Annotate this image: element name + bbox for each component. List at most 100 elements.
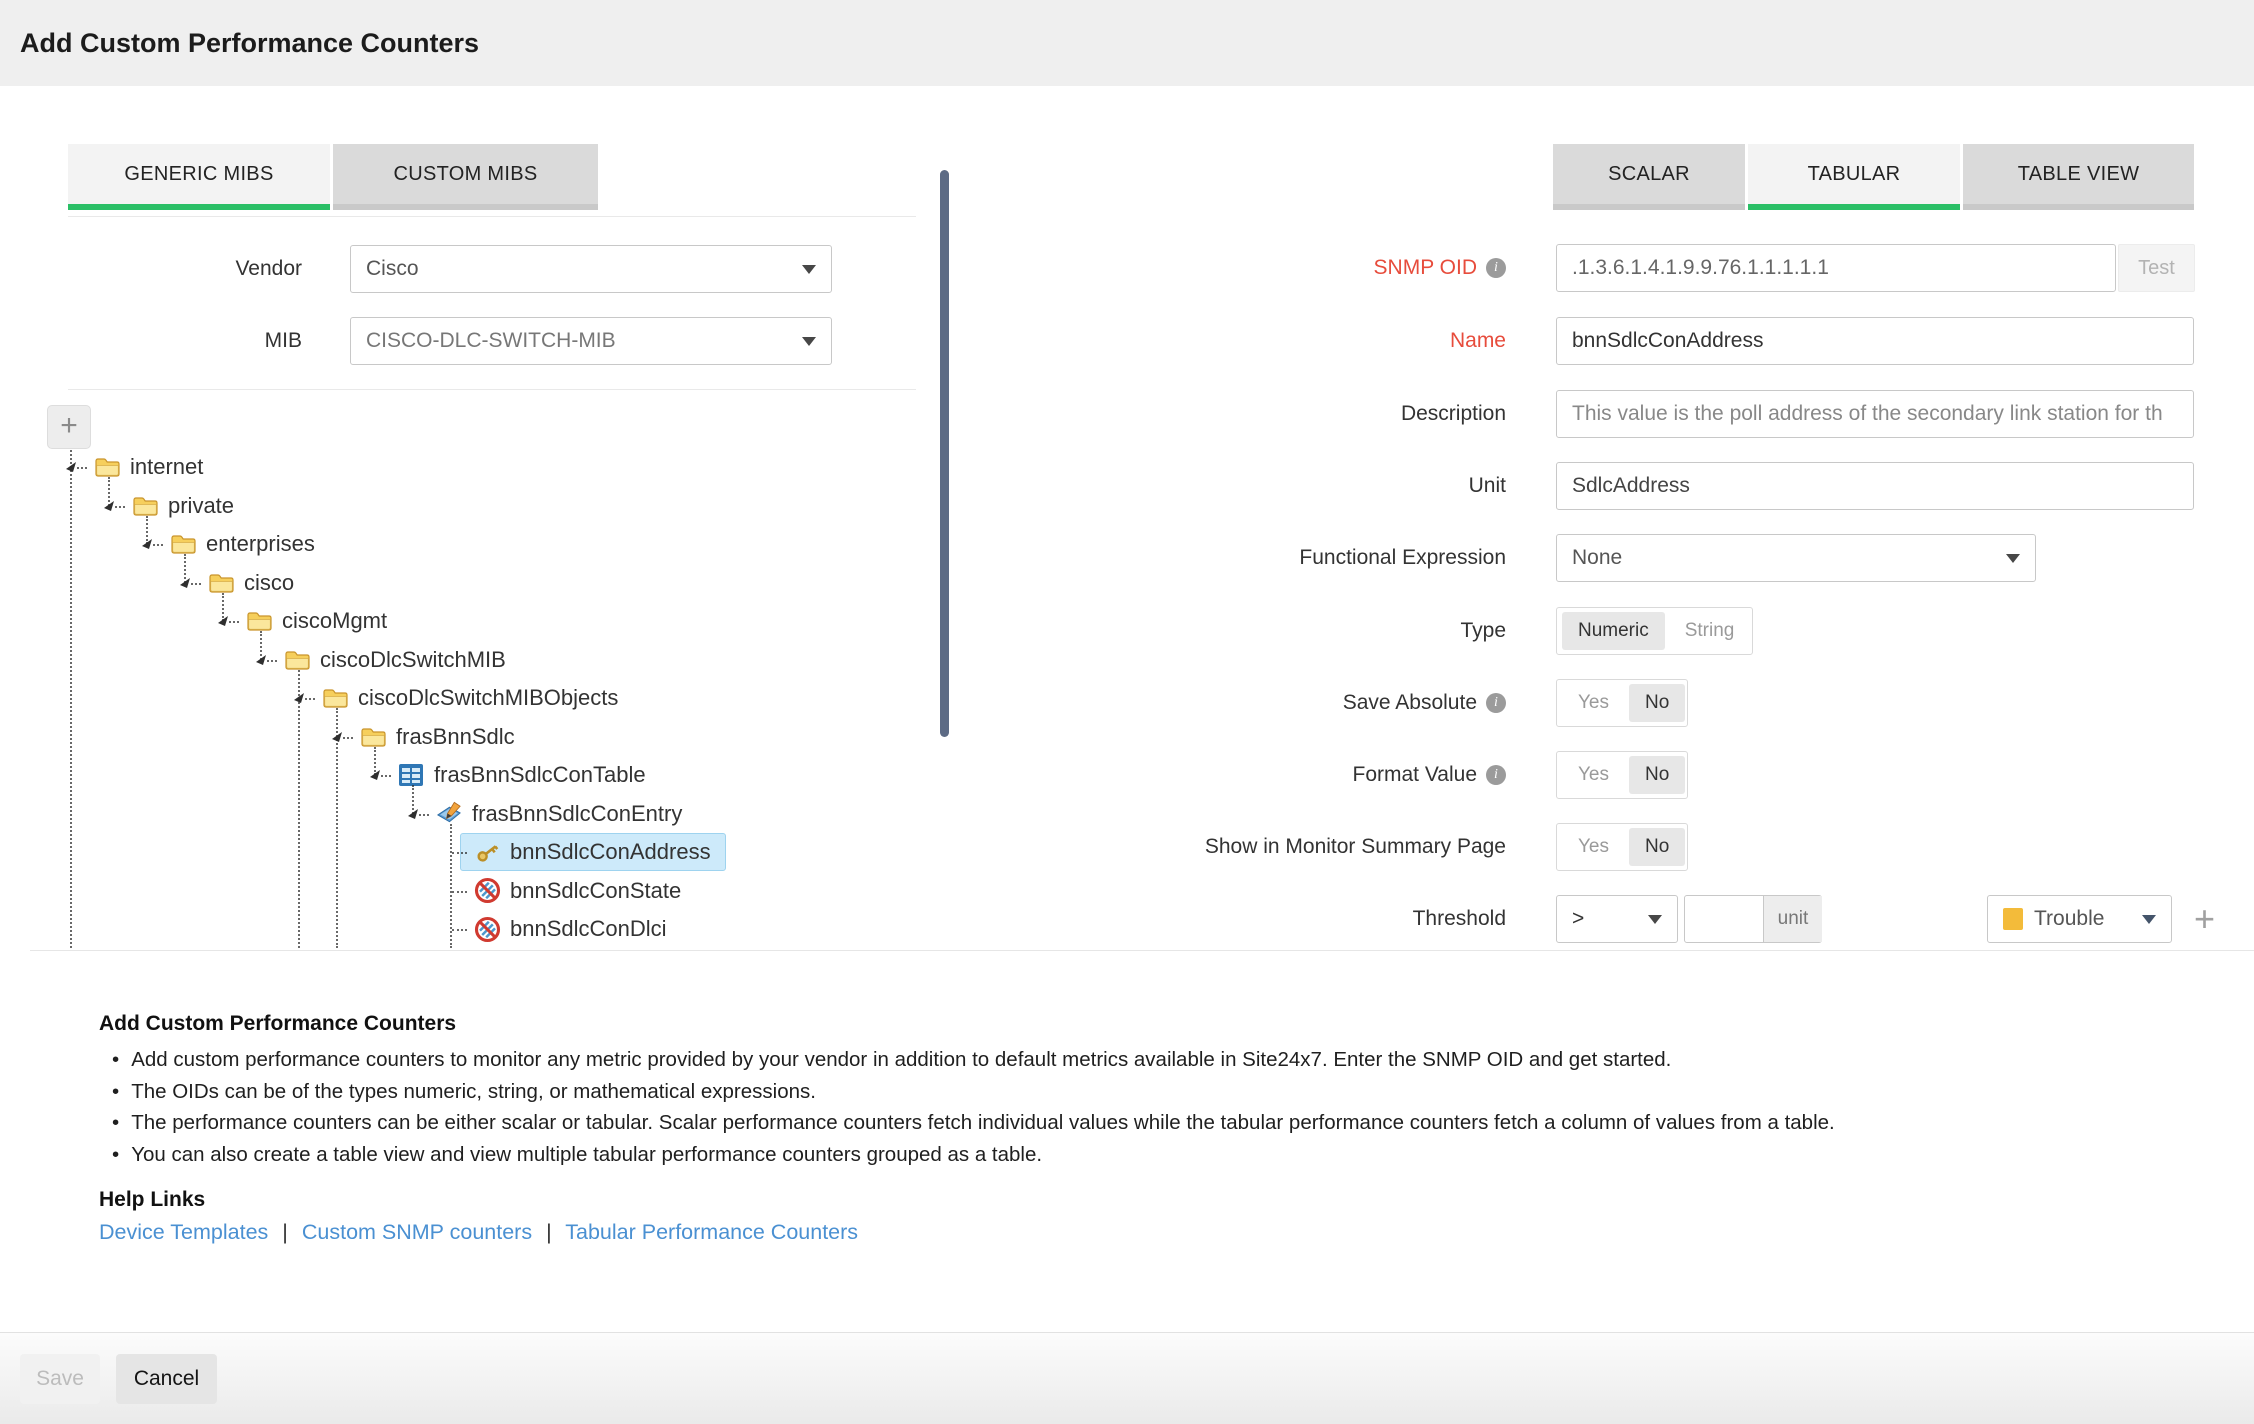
key-icon (473, 839, 501, 866)
panel-scrollbar[interactable] (940, 170, 949, 737)
tree-connector (452, 852, 467, 854)
info-icon[interactable]: i (1486, 693, 1506, 713)
type-label: Type (1146, 607, 1506, 655)
tree-connector (450, 824, 452, 949)
snmp-oid-label: SNMP OID i (1146, 244, 1506, 292)
tree-node-ciscoMgmt[interactable]: ciscoMgmt (245, 602, 387, 640)
save-absolute-label: Save Absolute i (1146, 679, 1506, 727)
tree-connector (146, 516, 148, 545)
folder-icon (169, 533, 197, 555)
threshold-operator-value: > (1572, 907, 1584, 930)
tree-connector (229, 621, 239, 623)
tree-node-label: frasBnnSdlcConEntry (472, 801, 682, 827)
threshold-value-group: unit (1684, 895, 1822, 943)
folder-icon (245, 610, 273, 632)
tree-connector (381, 775, 391, 777)
tree-node-frasBnnSdlcConTable[interactable]: frasBnnSdlcConTable (397, 756, 646, 794)
tree-connector (222, 593, 224, 622)
tree-connector (108, 477, 110, 506)
folder-icon (131, 495, 159, 517)
tree-node-label: internet (130, 454, 203, 480)
tab-table-view[interactable]: TABLE VIEW (1963, 144, 2194, 210)
blocked-icon (473, 916, 501, 943)
tree-connector (336, 708, 338, 948)
threshold-operator-select[interactable]: > (1556, 895, 1678, 943)
type-option-string[interactable]: String (1669, 612, 1751, 650)
folder-icon (93, 456, 121, 478)
tree-connector (412, 785, 414, 814)
tree-node-label: private (168, 493, 234, 519)
threshold-label: Threshold (1146, 895, 1506, 943)
tree-connector (374, 747, 376, 776)
tree-connector (343, 737, 353, 739)
tree-node-enterprises[interactable]: enterprises (169, 525, 315, 563)
threshold-value-input[interactable] (1685, 896, 1763, 942)
info-icon[interactable]: i (1486, 258, 1506, 278)
tree-node-frasBnnSdlcConEntry[interactable]: frasBnnSdlcConEntry (435, 795, 682, 833)
content-divider (30, 950, 2254, 951)
format-value-no[interactable]: No (1629, 756, 1685, 794)
unit-label: Unit (1146, 462, 1506, 510)
add-threshold-button[interactable]: + (2194, 899, 2215, 939)
threshold-unit-addon: unit (1763, 896, 1822, 942)
tree-node-cisco[interactable]: cisco (207, 564, 294, 602)
tree-connector (153, 544, 163, 546)
link-device-templates[interactable]: Device Templates (99, 1220, 268, 1244)
folder-icon (359, 726, 387, 748)
functional-expression-select[interactable]: None (1556, 534, 2036, 582)
description-label: Description (1146, 390, 1506, 438)
test-button[interactable]: Test (2118, 244, 2195, 292)
save-absolute-toggle: Yes No (1556, 679, 1688, 727)
tree-connector (70, 450, 72, 948)
tree-connector (452, 929, 467, 931)
tree-connector (115, 506, 125, 508)
tree-node-ciscoDlcSwitchMIB[interactable]: ciscoDlcSwitchMIB (283, 641, 506, 679)
tree-node-bnnSdlcConState[interactable]: bnnSdlcConState (473, 872, 681, 910)
tree-node-ciscoDlcSwitchMIBObjects[interactable]: ciscoDlcSwitchMIBObjects (321, 679, 618, 717)
tree-node-label: cisco (244, 570, 294, 596)
format-value-yes[interactable]: Yes (1562, 756, 1625, 794)
tab-scalar[interactable]: SCALAR (1553, 144, 1745, 210)
unit-input[interactable] (1556, 462, 2194, 510)
functional-expression-value: None (1572, 546, 1622, 569)
link-custom-snmp-counters[interactable]: Custom SNMP counters (302, 1220, 532, 1244)
info-bullet: Add custom performance counters to monit… (112, 1044, 2072, 1076)
threshold-severity-select[interactable]: Trouble (1987, 895, 2172, 943)
folder-icon (321, 687, 349, 709)
tree-node-label: frasBnnSdlcConTable (434, 762, 646, 788)
save-button[interactable]: Save (20, 1354, 100, 1404)
save-absolute-yes[interactable]: Yes (1562, 684, 1625, 722)
dialog-footer: Save Cancel (0, 1332, 2254, 1424)
info-bullet: The performance counters can be either s… (112, 1107, 2072, 1139)
help-links-heading: Help Links (99, 1188, 205, 1212)
chevron-down-icon (1648, 915, 1662, 924)
type-option-numeric[interactable]: Numeric (1562, 612, 1665, 650)
chevron-down-icon (2142, 915, 2156, 924)
tree-connector (184, 554, 186, 583)
type-toggle: Numeric String (1556, 607, 1753, 655)
show-in-summary-no[interactable]: No (1629, 828, 1685, 866)
show-in-summary-label: Show in Monitor Summary Page (1146, 823, 1506, 871)
cancel-button[interactable]: Cancel (116, 1354, 217, 1404)
tree-node-label: bnnSdlcConAddress (510, 839, 711, 865)
blocked-icon (473, 877, 501, 904)
help-links: Device Templates | Custom SNMP counters … (99, 1220, 858, 1245)
folder-icon (283, 649, 311, 671)
description-input[interactable] (1556, 390, 2194, 438)
show-in-summary-toggle: Yes No (1556, 823, 1688, 871)
tree-node-label: enterprises (206, 531, 315, 557)
link-tabular-performance-counters[interactable]: Tabular Performance Counters (565, 1220, 858, 1244)
name-input[interactable] (1556, 317, 2194, 365)
info-icon[interactable]: i (1486, 765, 1506, 785)
tree-connector (77, 467, 87, 469)
tab-tabular[interactable]: TABULAR (1748, 144, 1960, 210)
tree-node-label: bnnSdlcConDlci (510, 916, 667, 942)
tree-node-bnnSdlcConAddress[interactable]: bnnSdlcConAddress (460, 833, 726, 871)
tree-node-bnnSdlcConDlci[interactable]: bnnSdlcConDlci (473, 910, 667, 948)
show-in-summary-yes[interactable]: Yes (1562, 828, 1625, 866)
save-absolute-no[interactable]: No (1629, 684, 1685, 722)
tree-node-frasBnnSdlc[interactable]: frasBnnSdlc (359, 718, 515, 756)
snmp-oid-input[interactable] (1556, 244, 2116, 292)
tree-node-label: ciscoDlcSwitchMIBObjects (358, 685, 618, 711)
table-icon (397, 763, 425, 787)
